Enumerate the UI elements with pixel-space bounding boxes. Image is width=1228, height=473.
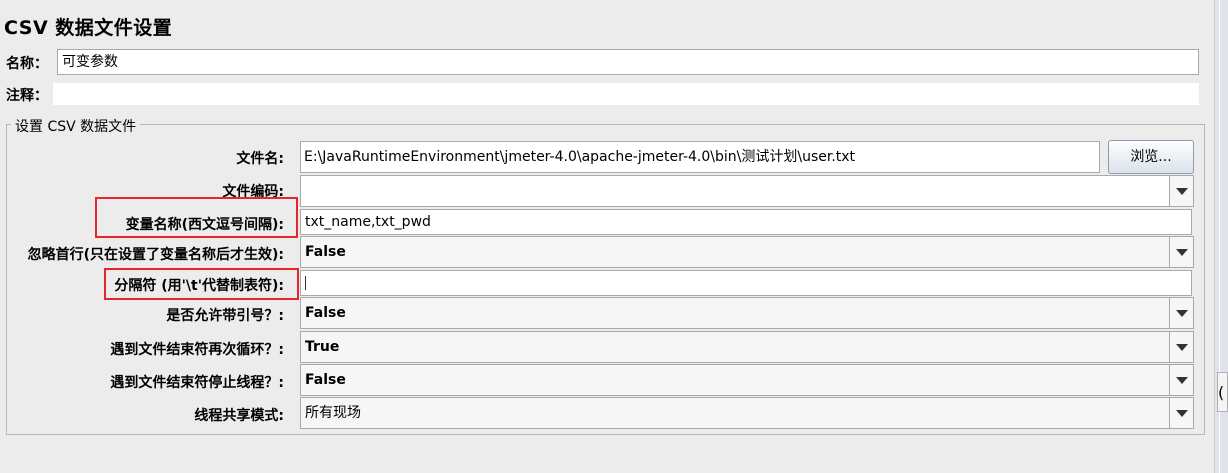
text-caret [305, 276, 306, 290]
stop-thread-eof-dropdown-arrow[interactable] [1169, 365, 1193, 395]
ignore-first-line-label: 忽略首行(只在设置了变量名称后才生效): [27, 247, 284, 263]
ignore-first-line-value: False [305, 244, 346, 260]
comment-field[interactable] [53, 83, 1199, 105]
recycle-eof-value: True [305, 339, 340, 355]
sharing-mode-value: 所有现场 [305, 405, 361, 421]
allow-quoted-label: 是否允许带引号？: [166, 308, 284, 324]
stop-thread-eof-label: 遇到文件结束符停止线程？: [110, 375, 284, 391]
ignore-first-line-combo[interactable]: False [300, 236, 1194, 268]
clipped-tab-fragment[interactable]: ( [1217, 372, 1228, 412]
chevron-down-icon [1176, 249, 1188, 256]
delimiter-field[interactable] [300, 270, 1192, 296]
filename-label: 文件名: [236, 151, 284, 167]
ignore-first-line-dropdown-arrow[interactable] [1169, 237, 1193, 267]
name-label: 名称： [6, 56, 48, 72]
allow-quoted-value: False [305, 305, 346, 321]
right-side-strip: ( [1214, 0, 1228, 473]
allow-quoted-dropdown-arrow[interactable] [1169, 298, 1193, 328]
comment-label: 注释： [6, 88, 48, 104]
csv-config-panel: CSV 数据文件设置 名称： 可变参数 注释： 设置 CSV 数据文件 文件名:… [0, 0, 1214, 473]
sharing-mode-dropdown-arrow[interactable] [1169, 398, 1193, 428]
chevron-down-icon [1176, 188, 1188, 195]
encoding-combo[interactable] [300, 175, 1194, 207]
stop-thread-eof-value: False [305, 372, 346, 388]
recycle-eof-label: 遇到文件结束符再次循环？: [110, 342, 284, 358]
sharing-mode-combo[interactable]: 所有现场 [300, 397, 1194, 429]
name-field[interactable]: 可变参数 [57, 49, 1199, 75]
recycle-eof-dropdown-arrow[interactable] [1169, 332, 1193, 362]
panel-title: CSV 数据文件设置 [4, 17, 173, 39]
browse-button[interactable]: 浏览... [1108, 140, 1194, 174]
chevron-down-icon [1176, 310, 1188, 317]
sharing-mode-label: 线程共享模式: [194, 408, 284, 424]
encoding-dropdown-arrow[interactable] [1169, 176, 1193, 206]
chevron-down-icon [1176, 410, 1188, 417]
filename-field[interactable]: E:\JavaRuntimeEnvironment\jmeter-4.0\apa… [300, 141, 1100, 173]
highlight-variable-names [95, 197, 298, 238]
recycle-eof-combo[interactable]: True [300, 331, 1194, 363]
chevron-down-icon [1176, 344, 1188, 351]
variable-names-field[interactable]: txt_name,txt_pwd [300, 209, 1192, 235]
highlight-delimiter [104, 268, 299, 300]
chevron-down-icon [1176, 377, 1188, 384]
allow-quoted-combo[interactable]: False [300, 297, 1194, 329]
group-title: 设置 CSV 数据文件 [11, 116, 141, 136]
stop-thread-eof-combo[interactable]: False [300, 364, 1194, 396]
